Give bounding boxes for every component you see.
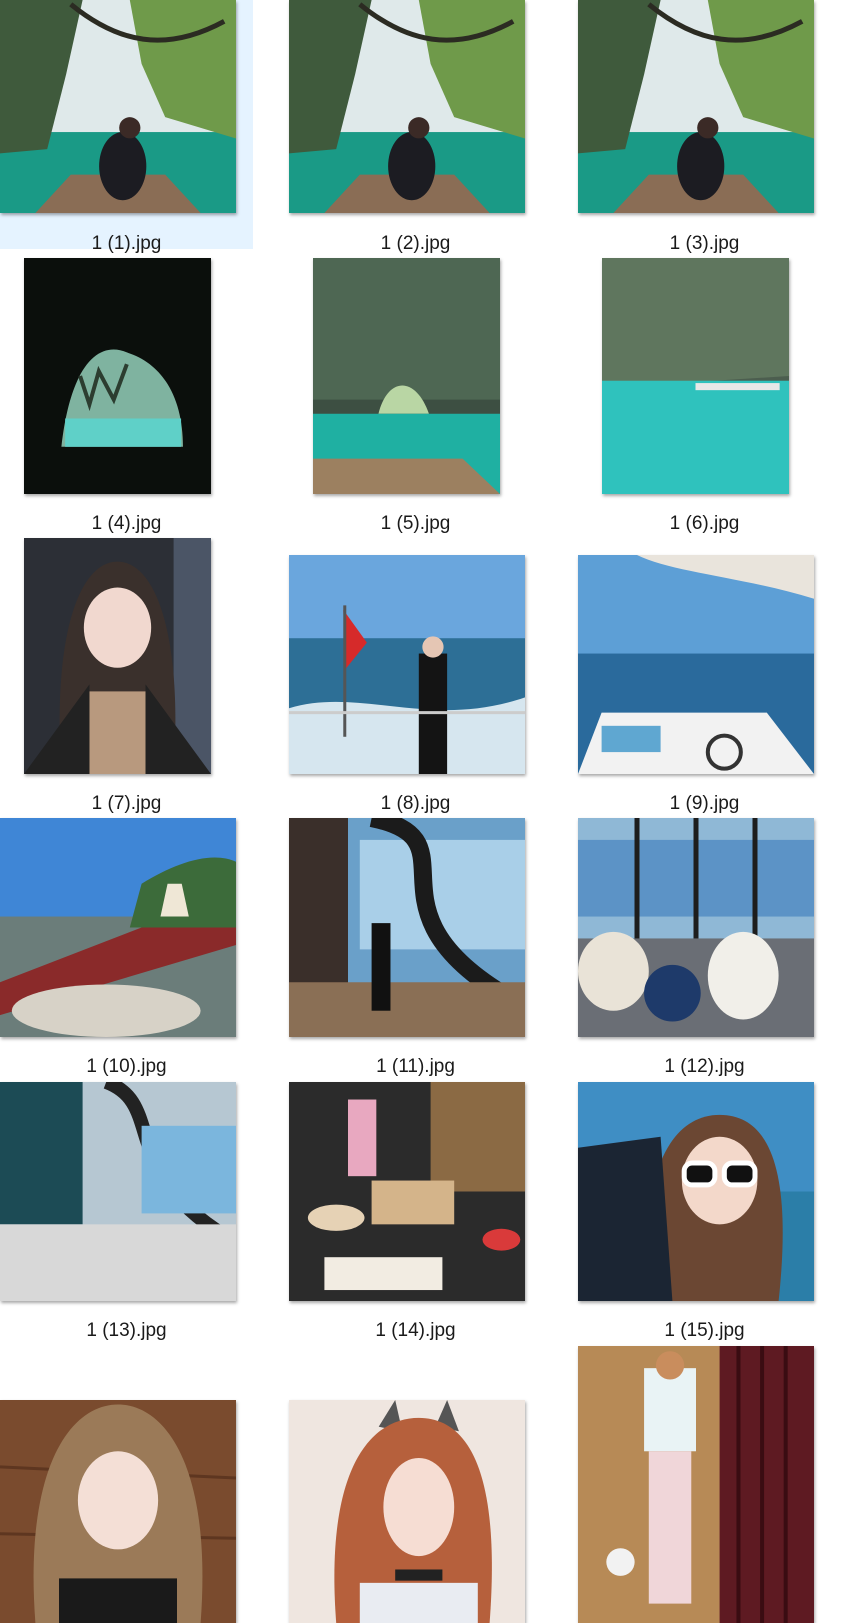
file-name-label: 1 (13).jpg: [86, 1320, 167, 1341]
file-name-label: 1 (1).jpg: [91, 233, 162, 254]
file-name-label: 1 (5).jpg: [380, 513, 451, 534]
file-name-label: 1 (7).jpg: [91, 793, 162, 814]
file-item[interactable]: 1 (11).jpg: [289, 818, 542, 1082]
photo-thumbnail-icon[interactable]: [578, 1346, 814, 1623]
file-item[interactable]: 1 (15).jpg: [578, 1082, 831, 1346]
photo-thumbnail-icon[interactable]: [313, 258, 500, 494]
file-name-label: 1 (4).jpg: [91, 513, 162, 534]
file-item[interactable]: 1 (6).jpg: [578, 258, 831, 534]
file-explorer-grid: 1 (1).jpg 1 (2).jpg 1 (3).jpg 1 (4).jpg …: [0, 0, 849, 1623]
photo-thumbnail-icon[interactable]: [289, 1082, 525, 1301]
file-name-label: 1 (6).jpg: [669, 513, 740, 534]
photo-thumbnail-icon[interactable]: [578, 1082, 814, 1301]
file-name-label: 1 (2).jpg: [380, 233, 451, 254]
file-item[interactable]: 1 (4).jpg: [0, 258, 253, 534]
file-name-label: 1 (14).jpg: [375, 1320, 456, 1341]
file-name-label: 1 (9).jpg: [669, 793, 740, 814]
photo-thumbnail-icon[interactable]: [578, 555, 814, 774]
file-item[interactable]: 1 (3).jpg: [578, 0, 831, 254]
photo-thumbnail-icon[interactable]: [0, 1082, 236, 1301]
file-name-label: 1 (12).jpg: [664, 1056, 745, 1077]
photo-thumbnail-icon[interactable]: [24, 538, 211, 774]
photo-thumbnail-icon[interactable]: [289, 1400, 525, 1623]
photo-thumbnail-icon[interactable]: [602, 258, 789, 494]
photo-thumbnail-icon[interactable]: [578, 0, 814, 213]
photo-thumbnail-icon[interactable]: [0, 1400, 236, 1623]
photo-thumbnail-icon[interactable]: [0, 0, 236, 213]
file-item[interactable]: 1 (2).jpg: [289, 0, 542, 254]
file-item[interactable]: 1 (8).jpg: [289, 538, 542, 814]
file-name-label: 1 (15).jpg: [664, 1320, 745, 1341]
file-name-label: 1 (11).jpg: [376, 1056, 455, 1077]
file-item[interactable]: [0, 1346, 253, 1623]
file-item[interactable]: 1 (7).jpg: [0, 538, 253, 814]
file-item[interactable]: 1 (9).jpg: [578, 538, 831, 814]
file-item[interactable]: [578, 1346, 831, 1623]
file-item[interactable]: [289, 1346, 542, 1623]
photo-thumbnail-icon[interactable]: [578, 818, 814, 1037]
photo-thumbnail-icon[interactable]: [289, 555, 525, 774]
file-item[interactable]: 1 (13).jpg: [0, 1082, 253, 1346]
file-item[interactable]: 1 (5).jpg: [289, 258, 542, 534]
file-name-label: 1 (8).jpg: [380, 793, 451, 814]
file-item[interactable]: 1 (14).jpg: [289, 1082, 542, 1346]
photo-thumbnail-icon[interactable]: [24, 258, 211, 494]
file-item[interactable]: 1 (1).jpg: [0, 0, 253, 254]
file-item[interactable]: 1 (12).jpg: [578, 818, 831, 1082]
file-name-label: 1 (10).jpg: [86, 1056, 167, 1077]
file-name-label: 1 (3).jpg: [669, 233, 740, 254]
photo-thumbnail-icon[interactable]: [289, 818, 525, 1037]
photo-thumbnail-icon[interactable]: [289, 0, 525, 213]
photo-thumbnail-icon[interactable]: [0, 818, 236, 1037]
file-item[interactable]: 1 (10).jpg: [0, 818, 253, 1082]
